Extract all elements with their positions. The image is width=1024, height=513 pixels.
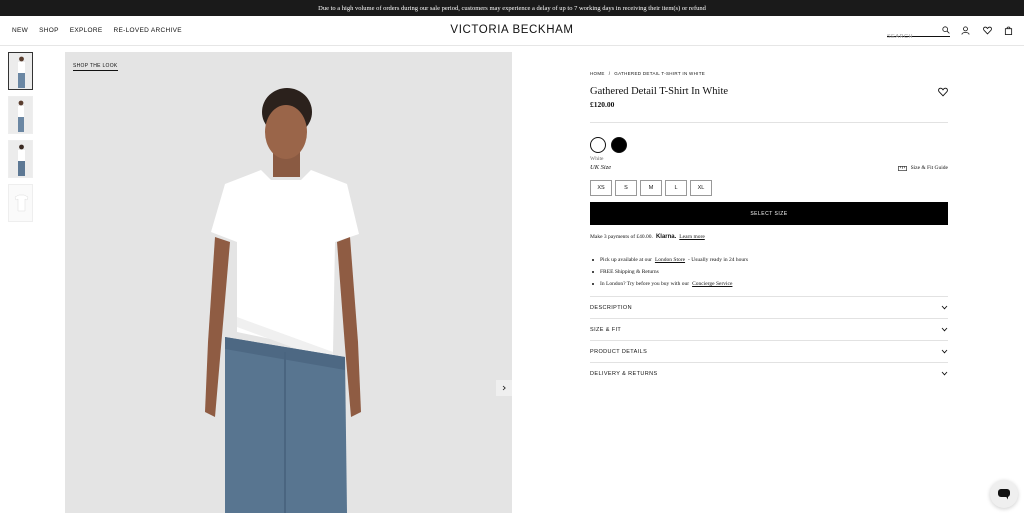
announcement-text: Due to a high volume of orders during ou… bbox=[318, 4, 706, 12]
size-system-label: UK Size bbox=[590, 164, 612, 171]
size-option-l[interactable]: L bbox=[665, 180, 687, 196]
chevron-down-icon bbox=[941, 349, 948, 354]
shop-the-look-link[interactable]: SHOP THE LOOK bbox=[73, 63, 118, 71]
wishlist-icon[interactable] bbox=[983, 26, 992, 35]
perk-text: In London? Try before you buy with our bbox=[600, 281, 690, 287]
thumbnail-front[interactable] bbox=[8, 52, 33, 90]
selected-color-name: White bbox=[590, 156, 604, 162]
divider bbox=[590, 122, 948, 123]
chat-bubble-icon bbox=[998, 489, 1010, 500]
thumbnail-flat[interactable] bbox=[8, 184, 33, 222]
thumbnail-back-image bbox=[18, 144, 25, 176]
search-input[interactable] bbox=[887, 34, 937, 40]
color-swatch-black[interactable] bbox=[611, 137, 627, 153]
search-icon[interactable] bbox=[942, 26, 950, 34]
thumbnail-side[interactable] bbox=[8, 96, 33, 134]
size-selector: XS S M L XL bbox=[590, 180, 712, 196]
select-size-button[interactable]: SELECT SIZE bbox=[590, 202, 948, 225]
chat-button[interactable] bbox=[990, 480, 1018, 508]
product-price: £120.00 bbox=[590, 100, 615, 109]
accordion-label: SIZE & FIT bbox=[590, 326, 622, 333]
perk-text: Pick up available at our bbox=[600, 257, 652, 263]
size-option-xs[interactable]: XS bbox=[590, 180, 612, 196]
size-option-s[interactable]: S bbox=[615, 180, 637, 196]
accordion-label: PRODUCT DETAILS bbox=[590, 348, 648, 355]
perk-text: FREE Shipping & Returns bbox=[600, 269, 659, 275]
account-icon[interactable] bbox=[961, 26, 970, 35]
breadcrumb-home[interactable]: HOME bbox=[590, 71, 605, 76]
chevron-down-icon bbox=[941, 371, 948, 376]
product-title: Gathered Detail T-Shirt In White bbox=[590, 86, 729, 97]
search-bar[interactable] bbox=[887, 25, 950, 40]
color-swatch-white[interactable] bbox=[590, 137, 606, 153]
list-item: In London? Try before you buy with our C… bbox=[590, 278, 748, 290]
list-item: FREE Shipping & Returns bbox=[590, 266, 748, 278]
thumbnail-back[interactable] bbox=[8, 140, 33, 178]
perk-text-after: - Usually ready in 24 hours bbox=[688, 257, 749, 263]
size-fit-guide-link[interactable]: Size & Fit Guide bbox=[897, 165, 948, 171]
accordion-label: DELIVERY & RETURNS bbox=[590, 370, 658, 377]
klarna-learn-more-link[interactable]: Learn more bbox=[679, 234, 705, 240]
breadcrumb-current: GATHERED DETAIL T-SHIRT IN WHITE bbox=[614, 71, 706, 76]
bag-icon[interactable] bbox=[1004, 26, 1013, 35]
concierge-service-link[interactable]: Concierge Service bbox=[692, 281, 732, 287]
size-fit-guide-label: Size & Fit Guide bbox=[910, 165, 948, 171]
klarna-text: Make 3 payments of £40.00. bbox=[590, 234, 653, 240]
accordion-size-fit[interactable]: SIZE & FIT bbox=[590, 318, 948, 340]
breadcrumb: HOME / GATHERED DETAIL T-SHIRT IN WHITE bbox=[590, 71, 705, 76]
delivery-perks: Pick up available at our London Store - … bbox=[590, 254, 748, 290]
brand-logo[interactable]: VICTORIA BECKHAM bbox=[0, 24, 1024, 36]
accordion-description[interactable]: DESCRIPTION bbox=[590, 296, 948, 318]
add-to-wishlist-heart-icon[interactable] bbox=[938, 87, 948, 97]
thumbnail-strip bbox=[8, 52, 33, 228]
london-store-link[interactable]: London Store bbox=[655, 257, 685, 263]
product-hero-image[interactable]: SHOP THE LOOK bbox=[65, 52, 512, 513]
chevron-down-icon bbox=[941, 305, 948, 310]
thumbnail-flat-image bbox=[14, 194, 29, 212]
model-illustration bbox=[205, 88, 361, 513]
klarna-logo: Klarna. bbox=[655, 234, 677, 240]
accordion-label: DESCRIPTION bbox=[590, 304, 632, 311]
klarna-payment-info: Make 3 payments of £40.00. Klarna. Learn… bbox=[590, 234, 705, 240]
announcement-banner: Due to a high volume of orders during ou… bbox=[0, 0, 1024, 16]
accordion-product-details[interactable]: PRODUCT DETAILS bbox=[590, 340, 948, 362]
thumbnail-side-image bbox=[18, 100, 24, 132]
breadcrumb-separator: / bbox=[608, 71, 611, 76]
size-option-m[interactable]: M bbox=[640, 180, 662, 196]
ruler-icon bbox=[897, 165, 907, 171]
size-option-xl[interactable]: XL bbox=[690, 180, 712, 196]
site-header: NEW SHOP EXPLORE RE-LOVED ARCHIVE VICTOR… bbox=[0, 16, 1024, 46]
chevron-down-icon bbox=[941, 327, 948, 332]
thumbnail-front-image bbox=[18, 56, 25, 88]
next-image-button[interactable] bbox=[496, 380, 512, 396]
list-item: Pick up available at our London Store - … bbox=[590, 254, 748, 266]
accordion-delivery-returns[interactable]: DELIVERY & RETURNS bbox=[590, 362, 948, 384]
chevron-right-icon bbox=[502, 385, 506, 391]
